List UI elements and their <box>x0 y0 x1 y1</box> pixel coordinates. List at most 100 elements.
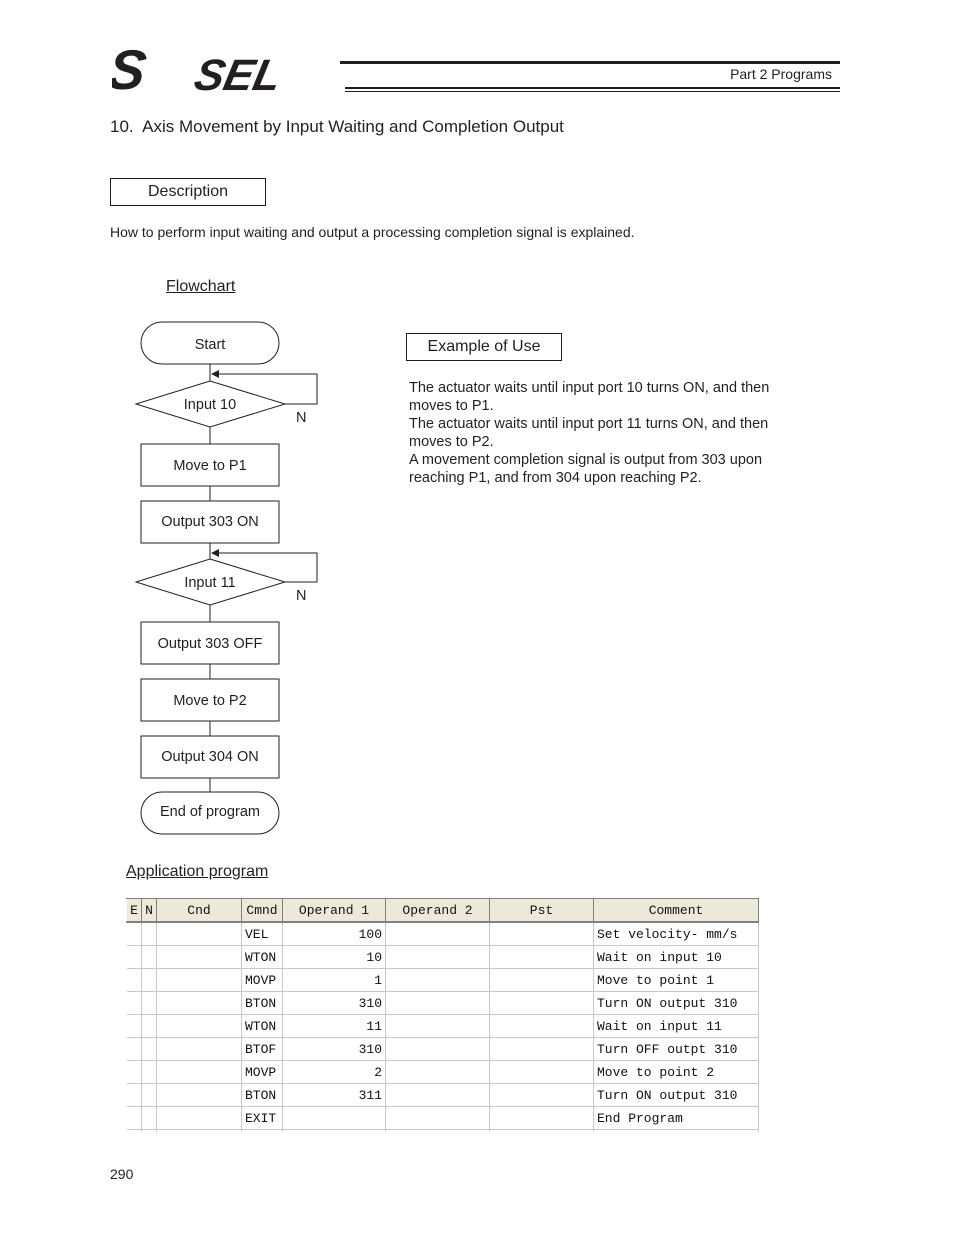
cell-comment[interactable]: Move to point 1 <box>593 968 759 992</box>
cell-e[interactable] <box>126 1060 142 1084</box>
cell-operand2[interactable] <box>385 1060 490 1084</box>
col-header-operand2[interactable]: Operand 2 <box>385 898 490 923</box>
cell-operand2[interactable] <box>385 1014 490 1038</box>
col-header-n[interactable]: N <box>141 898 157 923</box>
cell-n[interactable] <box>141 1106 157 1130</box>
cell-operand2[interactable] <box>385 991 490 1015</box>
cell-operand1[interactable] <box>282 1106 386 1130</box>
program-row[interactable]: BTOF 310 Turn OFF outpt 310 <box>126 1037 759 1061</box>
col-header-e[interactable]: E <box>126 898 142 923</box>
cell-cnd[interactable] <box>156 1060 242 1084</box>
example-heading: Example of Use <box>406 333 562 361</box>
cell-n[interactable] <box>141 1037 157 1061</box>
cell-empty <box>126 1129 142 1132</box>
col-header-pst[interactable]: Pst <box>489 898 594 923</box>
cell-comment[interactable]: Turn ON output 310 <box>593 1083 759 1107</box>
cell-e[interactable] <box>126 991 142 1015</box>
program-row[interactable]: MOVP 1 Move to point 1 <box>126 968 759 992</box>
cell-cnd[interactable] <box>156 968 242 992</box>
program-row[interactable]: MOVP 2 Move to point 2 <box>126 1060 759 1084</box>
cell-n[interactable] <box>141 922 157 946</box>
flow-input11-no-label: N <box>296 588 306 604</box>
cell-comment[interactable]: Wait on input 10 <box>593 945 759 969</box>
cell-e[interactable] <box>126 1106 142 1130</box>
cell-comment[interactable]: Turn OFF outpt 310 <box>593 1037 759 1061</box>
cell-operand1[interactable]: 10 <box>282 945 386 969</box>
cell-cmnd[interactable]: WTON <box>241 945 283 969</box>
cell-pst[interactable] <box>489 922 594 946</box>
cell-operand1[interactable]: 11 <box>282 1014 386 1038</box>
cell-n[interactable] <box>141 1014 157 1038</box>
cell-pst[interactable] <box>489 968 594 992</box>
cell-cnd[interactable] <box>156 1014 242 1038</box>
cell-comment[interactable]: End Program <box>593 1106 759 1130</box>
cell-cmnd[interactable]: MOVP <box>241 968 283 992</box>
cell-comment[interactable]: Wait on input 11 <box>593 1014 759 1038</box>
col-header-comment[interactable]: Comment <box>593 898 759 923</box>
col-header-cmnd[interactable]: Cmnd <box>241 898 283 923</box>
cell-cnd[interactable] <box>156 945 242 969</box>
program-row[interactable]: BTON 310 Turn ON output 310 <box>126 991 759 1015</box>
cell-pst[interactable] <box>489 1083 594 1107</box>
cell-operand2[interactable] <box>385 968 490 992</box>
cell-operand2[interactable] <box>385 922 490 946</box>
application-program-label: Application program <box>126 863 269 880</box>
cell-n[interactable] <box>141 991 157 1015</box>
cell-operand1[interactable]: 311 <box>282 1083 386 1107</box>
cell-operand2[interactable] <box>385 1106 490 1130</box>
cell-e[interactable] <box>126 1037 142 1061</box>
cell-comment[interactable]: Turn ON output 310 <box>593 991 759 1015</box>
cell-operand1[interactable]: 100 <box>282 922 386 946</box>
cell-cmnd[interactable]: VEL <box>241 922 283 946</box>
flow-input11-label: Input 11 <box>184 575 235 591</box>
cell-e[interactable] <box>126 1083 142 1107</box>
cell-n[interactable] <box>141 945 157 969</box>
cell-e[interactable] <box>126 1014 142 1038</box>
cell-e[interactable] <box>126 968 142 992</box>
description-text: How to perform input waiting and output … <box>110 224 635 240</box>
cell-pst[interactable] <box>489 945 594 969</box>
cell-operand1[interactable]: 2 <box>282 1060 386 1084</box>
program-row[interactable]: WTON 10 Wait on input 10 <box>126 945 759 969</box>
cell-cmnd[interactable]: WTON <box>241 1014 283 1038</box>
cell-n[interactable] <box>141 1083 157 1107</box>
cell-e[interactable] <box>126 945 142 969</box>
cell-cmnd[interactable]: BTON <box>241 1083 283 1107</box>
cell-operand1[interactable]: 310 <box>282 1037 386 1061</box>
cell-pst[interactable] <box>489 1106 594 1130</box>
cell-operand1[interactable]: 1 <box>282 968 386 992</box>
cell-pst[interactable] <box>489 1037 594 1061</box>
cell-cnd[interactable] <box>156 1083 242 1107</box>
header-rule-top <box>340 61 840 64</box>
cell-empty <box>489 1129 594 1132</box>
cell-cnd[interactable] <box>156 1106 242 1130</box>
cell-pst[interactable] <box>489 1060 594 1084</box>
cell-n[interactable] <box>141 968 157 992</box>
cell-n[interactable] <box>141 1060 157 1084</box>
program-row[interactable]: VEL 100 Set velocity- mm/s <box>126 922 759 946</box>
cell-cnd[interactable] <box>156 1037 242 1061</box>
cell-cmnd[interactable]: EXIT <box>241 1106 283 1130</box>
program-row[interactable]: BTON 311 Turn ON output 310 <box>126 1083 759 1107</box>
cell-pst[interactable] <box>489 991 594 1015</box>
cell-cmnd[interactable]: BTOF <box>241 1037 283 1061</box>
col-header-cnd[interactable]: Cnd <box>156 898 242 923</box>
cell-empty <box>241 1129 283 1132</box>
col-header-operand1[interactable]: Operand 1 <box>282 898 386 923</box>
cell-operand2[interactable] <box>385 1037 490 1061</box>
cell-operand2[interactable] <box>385 1083 490 1107</box>
program-table: E N Cnd Cmnd Operand 1 Operand 2 Pst Com… <box>126 898 759 1132</box>
cell-operand1[interactable]: 310 <box>282 991 386 1015</box>
cell-cmnd[interactable]: MOVP <box>241 1060 283 1084</box>
program-row[interactable]: WTON 11 Wait on input 11 <box>126 1014 759 1038</box>
cell-e[interactable] <box>126 922 142 946</box>
cell-operand2[interactable] <box>385 945 490 969</box>
cell-cnd[interactable] <box>156 991 242 1015</box>
cell-comment[interactable]: Move to point 2 <box>593 1060 759 1084</box>
cell-cmnd[interactable]: BTON <box>241 991 283 1015</box>
program-row[interactable]: EXIT End Program <box>126 1106 759 1130</box>
cell-comment[interactable]: Set velocity- mm/s <box>593 922 759 946</box>
cell-pst[interactable] <box>489 1014 594 1038</box>
cell-cnd[interactable] <box>156 922 242 946</box>
flow-out303-on-label: Output 303 ON <box>161 514 259 530</box>
